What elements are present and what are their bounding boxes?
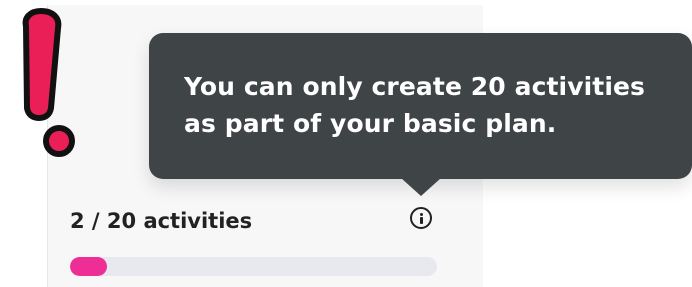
- plan-limit-tooltip: You can only create 20 activities as par…: [149, 33, 692, 179]
- activity-usage-progress: [70, 257, 437, 276]
- exclamation-bar: [22, 8, 62, 121]
- usage-limit-screen: You can only create 20 activities as par…: [0, 0, 692, 287]
- tooltip-pointer: [401, 178, 441, 196]
- info-stem: [420, 217, 423, 224]
- exclamation-icon: [22, 8, 75, 157]
- activity-usage-progress-fill: [70, 257, 107, 276]
- tooltip-message: You can only create 20 activities as par…: [184, 72, 646, 138]
- activity-usage-label: 2 / 20 activities: [70, 209, 253, 233]
- info-dot: [420, 213, 423, 216]
- exclamation-dot: [43, 125, 75, 157]
- info-icon[interactable]: [410, 207, 432, 229]
